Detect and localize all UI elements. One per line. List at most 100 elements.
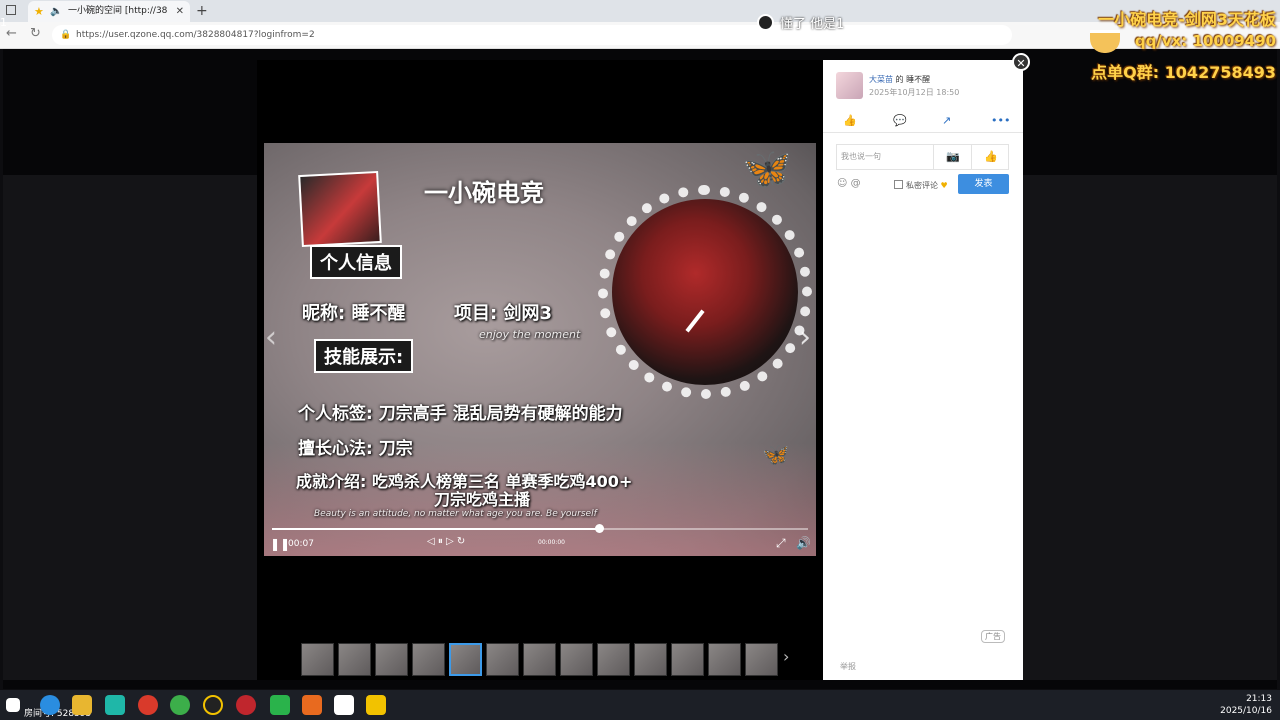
- clock-date: 2025/10/16: [1220, 706, 1272, 716]
- circle-portrait: [612, 199, 798, 385]
- back-icon[interactable]: ←: [6, 26, 17, 41]
- window-icon[interactable]: [6, 5, 16, 15]
- author-target[interactable]: 睡不醒: [906, 75, 930, 84]
- project-line: 项目: 剑网3: [454, 303, 552, 324]
- thumbnail[interactable]: [301, 643, 334, 676]
- close-viewer-button[interactable]: ✕: [1012, 53, 1030, 71]
- game-icon[interactable]: [302, 695, 322, 715]
- url-field[interactable]: 🔒 https://user.qzone.qq.com/3828804817?l…: [52, 25, 1012, 45]
- video-player[interactable]: 一小碗电竞 个人信息 昵称: 睡不醒 项目: 剑网3 enjoy the mom…: [264, 143, 816, 556]
- tag-line: 个人标签: 刀宗高手 混乱局势有硬解的能力: [298, 404, 623, 424]
- new-tab-button[interactable]: +: [196, 0, 208, 22]
- report-link[interactable]: 举报: [840, 661, 856, 672]
- address-bar: ← ↻ 🔒 https://user.qzone.qq.com/38288048…: [0, 22, 1280, 49]
- butterfly-icon: 🦋: [742, 146, 792, 192]
- thumb-next-icon[interactable]: ›: [783, 647, 789, 666]
- camera-icon[interactable]: 📷: [946, 145, 960, 169]
- script-enjoy: enjoy the moment: [479, 328, 581, 341]
- lock-icon: 🔒: [60, 30, 72, 40]
- thumb-icon[interactable]: 👍: [984, 145, 998, 169]
- profile-photo: [298, 170, 382, 248]
- chat-app-icon[interactable]: [366, 695, 386, 715]
- thumbnail[interactable]: [634, 643, 667, 676]
- speaker-icon[interactable]: 🔈: [50, 1, 62, 22]
- edge-icon[interactable]: [40, 695, 60, 715]
- private-label: 私密评论: [906, 181, 938, 190]
- chat-avatar-icon: [757, 14, 774, 31]
- taskbar: 房间号: 528595 21:13 2025/10/16: [0, 690, 1280, 720]
- tab-title: 一小碗的空间 [http://382880: [68, 6, 168, 16]
- comment-icon[interactable]: 💬: [893, 114, 907, 127]
- private-checkbox[interactable]: [894, 180, 903, 189]
- thumbnail[interactable]: [671, 643, 704, 676]
- share-icon[interactable]: ↗: [942, 114, 951, 127]
- total-time: 00:00:00: [538, 539, 565, 546]
- prev-arrow-icon[interactable]: ‹: [265, 320, 277, 355]
- comment-input[interactable]: 我也说一句 📷 👍: [836, 144, 1009, 170]
- promo-line-2: qq/vx: 10009490: [1134, 32, 1276, 50]
- progress-bar[interactable]: [272, 524, 808, 533]
- url-text: https://user.qzone.qq.com/3828804817?log…: [76, 30, 315, 40]
- thumbnail[interactable]: [486, 643, 519, 676]
- post-date: 2025年10月12日 18:50: [869, 88, 960, 97]
- browser-tab[interactable]: ★ 🔈 一小碗的空间 [http://382880 ✕: [28, 1, 190, 22]
- thumbnail[interactable]: [745, 643, 778, 676]
- prev-frame-icon[interactable]: ◁ ⏸ ▷ ↻: [427, 536, 465, 547]
- emoji-icon[interactable]: ☺ @: [837, 178, 861, 189]
- progress-fill: [272, 528, 599, 530]
- next-arrow-icon[interactable]: ›: [799, 320, 811, 355]
- thumbnail[interactable]: [412, 643, 445, 676]
- current-time: 00:07: [288, 539, 314, 549]
- ad-badge[interactable]: 广告: [981, 630, 1005, 643]
- send-button[interactable]: 发表: [958, 174, 1009, 194]
- thumbnail[interactable]: [523, 643, 556, 676]
- chrome-icon[interactable]: [138, 695, 158, 715]
- thumbnail[interactable]: [449, 643, 482, 676]
- video-title: 一小碗电竞: [424, 178, 544, 207]
- clock-time: 21:13: [1246, 694, 1272, 704]
- author-name[interactable]: 大菜苗: [869, 75, 893, 84]
- thumbnail[interactable]: [338, 643, 371, 676]
- progress-knob[interactable]: [594, 524, 604, 533]
- more-icon[interactable]: •••: [991, 114, 1010, 127]
- comment-placeholder: 我也说一句: [841, 152, 881, 161]
- info-box: 个人信息: [310, 245, 402, 279]
- thumbnail[interactable]: [560, 643, 593, 676]
- start-icon[interactable]: [6, 698, 20, 712]
- browser-tab-bar: ★ 🔈 一小碗的空间 [http://382880 ✕ +: [0, 0, 1280, 22]
- private-comment[interactable]: 私密评论 ♥: [894, 180, 948, 191]
- recorder-icon[interactable]: [236, 695, 256, 715]
- folder-icon[interactable]: [72, 695, 92, 715]
- clock: 21:13 2025/10/16: [1220, 693, 1272, 717]
- author-of: 的: [893, 75, 907, 84]
- chat-text: 懂了 他是1: [780, 17, 845, 32]
- video-controls: ❚❚ 00:07 ◁ ⏸ ▷ ↻ 00:00:00 ⤢ 🔊: [264, 520, 816, 556]
- wechat-icon[interactable]: [270, 695, 290, 715]
- divider: [971, 145, 972, 169]
- author-line: 大菜苗 的 睡不醒: [869, 74, 930, 85]
- action-bar: 👍 💬 ↗ •••: [823, 110, 1023, 133]
- circle-app-icon[interactable]: [203, 695, 223, 715]
- left-marker: 1: [0, 16, 7, 29]
- star-icon[interactable]: ★: [34, 1, 44, 22]
- fullscreen-icon[interactable]: ⤢: [776, 536, 786, 551]
- heart-line: 擅长心法: 刀宗: [298, 439, 413, 459]
- thumbnail[interactable]: [375, 643, 408, 676]
- thumbnail-strip: [301, 643, 801, 677]
- refresh-icon[interactable]: ↻: [30, 26, 41, 41]
- thumbnail[interactable]: [597, 643, 630, 676]
- browser-icon[interactable]: [170, 695, 190, 715]
- divider: [933, 145, 934, 169]
- volume-icon[interactable]: 🔊: [796, 536, 811, 550]
- butterfly-small-icon: 🦋: [762, 443, 790, 468]
- avatar[interactable]: [836, 72, 863, 99]
- close-tab-icon[interactable]: ✕: [176, 1, 184, 22]
- comment-panel: 大菜苗 的 睡不醒 2025年10月12日 18:50 👍 💬 ↗ ••• 我也…: [823, 60, 1023, 680]
- promo-line-1: 一小碗电竞-剑网3天花板: [1098, 10, 1276, 29]
- thumbnail[interactable]: [708, 643, 741, 676]
- like-icon[interactable]: 👍: [843, 114, 857, 127]
- chat-message: 懂了 他是1: [757, 13, 844, 32]
- app-icon[interactable]: [105, 695, 125, 715]
- achieve-line-2: 刀宗吃鸡主播: [434, 490, 531, 509]
- qq-icon[interactable]: [334, 695, 354, 715]
